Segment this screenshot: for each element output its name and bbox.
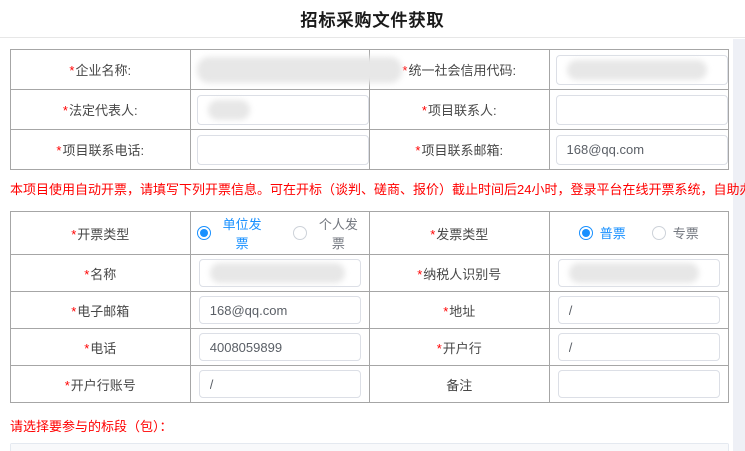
contact-phone-label: *项目联系电话: — [11, 130, 191, 170]
table-row: *企业名称: *统一社会信用代码: — [11, 50, 729, 90]
invoice-name-label: *名称 — [11, 255, 191, 292]
invoice-info-table: *开票类型 单位发票 个人发票 *发票类型 — [10, 211, 729, 403]
invoice-type-label: *开票类型 — [11, 212, 191, 255]
email-input[interactable] — [199, 296, 361, 324]
package-table: 标段（包）编号 标段（包）名称 招标采购文件费用（元） — [10, 443, 729, 451]
required-asterisk: * — [84, 267, 89, 282]
address-input[interactable] — [558, 296, 720, 324]
credit-code-input[interactable] — [556, 55, 728, 85]
phone-value — [190, 329, 370, 366]
address-label: *地址 — [370, 292, 550, 329]
page-title: 招标采购文件获取 — [301, 6, 445, 31]
invoice-kind-radio-group: 普票 专票 — [579, 223, 699, 242]
project-contact-value — [549, 90, 729, 130]
remark-label: 备注 — [370, 366, 550, 403]
invoice-name-value — [190, 255, 370, 292]
radio-selected-icon — [579, 226, 593, 240]
invoice-name-input[interactable] — [199, 259, 361, 287]
taxpayer-id-input[interactable] — [558, 259, 720, 287]
contact-phone-value — [190, 130, 370, 170]
table-row: *电子邮箱 *地址 — [11, 292, 729, 329]
required-asterisk: * — [56, 143, 61, 158]
bank-account-input[interactable] — [199, 370, 361, 398]
project-contact-label: *项目联系人: — [370, 90, 550, 130]
required-asterisk: * — [443, 304, 448, 319]
contact-email-value — [549, 130, 729, 170]
required-asterisk: * — [71, 304, 76, 319]
table-row: *电话 *开户行 — [11, 329, 729, 366]
required-asterisk: * — [415, 143, 420, 158]
required-asterisk: * — [417, 267, 422, 282]
invoice-type-radio-group: 单位发票 个人发票 — [197, 214, 364, 252]
contact-phone-input[interactable] — [197, 135, 369, 165]
address-value — [549, 292, 729, 329]
table-row: *开户行账号 备注 — [11, 366, 729, 403]
invoice-type-value: 单位发票 个人发票 — [190, 212, 370, 255]
bank-value — [549, 329, 729, 366]
project-contact-input[interactable] — [556, 95, 728, 125]
bank-input[interactable] — [558, 333, 720, 361]
legal-rep-input[interactable] — [197, 95, 369, 125]
contact-email-label: *项目联系邮箱: — [370, 130, 550, 170]
table-row: *法定代表人: *项目联系人: — [11, 90, 729, 130]
table-row: *开票类型 单位发票 个人发票 *发票类型 — [11, 212, 729, 255]
taxpayer-id-label: *纳税人识别号 — [370, 255, 550, 292]
required-asterisk: * — [430, 227, 435, 242]
radio-unselected-icon — [293, 226, 307, 240]
phone-input[interactable] — [199, 333, 361, 361]
bank-account-label: *开户行账号 — [11, 366, 191, 403]
required-asterisk: * — [402, 63, 407, 78]
package-table-header: 标段（包）编号 标段（包）名称 招标采购文件费用（元） — [11, 444, 728, 451]
required-asterisk: * — [437, 341, 442, 356]
company-name-label: *企业名称: — [11, 50, 191, 90]
required-asterisk: * — [84, 341, 89, 356]
radio-unit-invoice[interactable]: 单位发票 — [197, 214, 267, 252]
table-row: *项目联系电话: *项目联系邮箱: — [11, 130, 729, 170]
dialog-content: *企业名称: *统一社会信用代码: *法定代表人: — [0, 39, 733, 451]
phone-label: *电话 — [11, 329, 191, 366]
redacted-legal-rep — [208, 100, 250, 120]
package-select-prompt: 请选择要参与的标段（包）： — [10, 416, 729, 435]
dialog-titlebar: 招标采购文件获取 — [0, 0, 745, 38]
required-asterisk: * — [63, 103, 68, 118]
document-acquisition-dialog: 招标采购文件获取 *企业名称: *统一社会信用代码: — [0, 0, 745, 451]
radio-general-invoice[interactable]: 普票 — [579, 223, 626, 242]
legal-rep-label: *法定代表人: — [11, 90, 191, 130]
required-asterisk: * — [69, 63, 74, 78]
radio-special-invoice[interactable]: 专票 — [652, 223, 699, 242]
required-asterisk: * — [422, 103, 427, 118]
required-asterisk: * — [71, 227, 76, 242]
bank-account-value — [190, 366, 370, 403]
credit-code-value — [549, 50, 729, 90]
redacted-credit-code — [567, 60, 707, 80]
table-row: *名称 *纳税人识别号 — [11, 255, 729, 292]
redacted-taxpayer-id — [569, 263, 699, 283]
radio-selected-icon — [197, 226, 211, 240]
legal-rep-value — [190, 90, 370, 130]
company-name-value — [190, 50, 370, 90]
remark-input[interactable] — [558, 370, 720, 398]
bank-label: *开户行 — [370, 329, 550, 366]
auto-invoice-notice: 本项目使用自动开票，请填写下列开票信息。可在开标（谈判、磋商、报价）截止时间后2… — [10, 182, 729, 197]
required-asterisk: * — [65, 378, 70, 393]
radio-personal-invoice[interactable]: 个人发票 — [293, 214, 363, 252]
radio-unselected-icon — [652, 226, 666, 240]
invoice-kind-value: 普票 专票 — [549, 212, 729, 255]
remark-value — [549, 366, 729, 403]
email-label: *电子邮箱 — [11, 292, 191, 329]
redacted-company-name — [197, 57, 402, 83]
invoice-kind-label: *发票类型 — [370, 212, 550, 255]
contact-email-input[interactable] — [556, 135, 728, 165]
email-value — [190, 292, 370, 329]
redacted-invoice-name — [210, 263, 345, 283]
scrollbar-track[interactable] — [733, 39, 745, 451]
taxpayer-id-value — [549, 255, 729, 292]
company-info-table: *企业名称: *统一社会信用代码: *法定代表人: — [10, 49, 729, 170]
